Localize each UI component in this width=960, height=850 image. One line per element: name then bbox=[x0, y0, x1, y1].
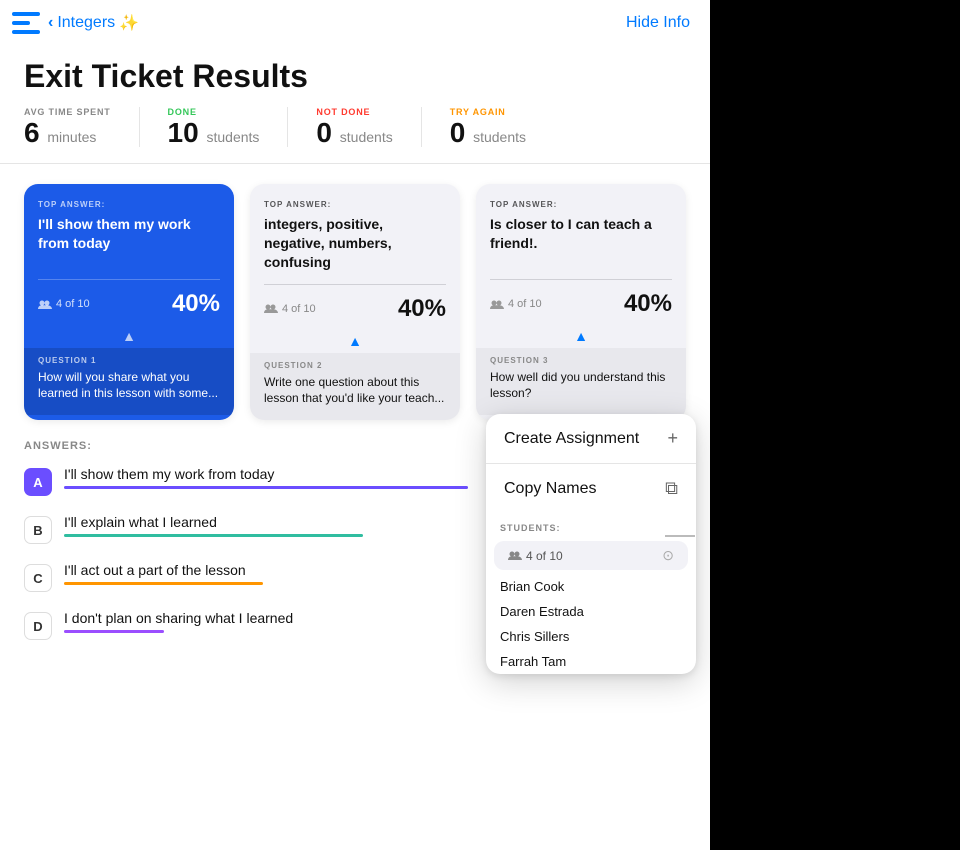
card-2-bottom: QUESTION 2 Write one question about this… bbox=[250, 353, 460, 420]
answer-bar-a bbox=[64, 486, 468, 489]
question-card-2[interactable]: TOP ANSWER: integers, positive, negative… bbox=[250, 184, 460, 420]
card-2-top-label: TOP ANSWER: bbox=[264, 200, 446, 209]
stat-done: DONE 10 students bbox=[168, 107, 289, 147]
stat-try-again: TRY AGAIN 0 students bbox=[450, 107, 554, 147]
stats-row: AVG TIME SPENT 6 minutes DONE 10 student… bbox=[0, 107, 710, 164]
card-3-caret: ▲ bbox=[476, 328, 686, 348]
card-1-students: 4 of 10 bbox=[38, 298, 90, 310]
students-header-label: STUDENTS: bbox=[486, 513, 696, 537]
stat-not-done-value: 0 students bbox=[316, 119, 392, 147]
students-count-row: 4 of 10 ⊙ bbox=[494, 541, 688, 570]
stat-not-done-label: NOT DONE bbox=[316, 107, 392, 117]
card-1-caret: ▲ bbox=[24, 328, 234, 348]
student-name-1: Brian Cook bbox=[486, 574, 696, 599]
stat-try-again-label: TRY AGAIN bbox=[450, 107, 526, 117]
stat-try-again-unit: students bbox=[473, 129, 526, 145]
sidebar-toggle-button[interactable] bbox=[12, 12, 40, 34]
breadcrumb[interactable]: ‹ Integers ✨ bbox=[48, 13, 139, 33]
card-3-answer: Is closer to I can teach a friend!. bbox=[490, 215, 672, 267]
page-title: Exit Ticket Results bbox=[0, 42, 710, 107]
stat-avg-time: AVG TIME SPENT 6 minutes bbox=[24, 107, 140, 147]
stat-avg-time-value: 6 minutes bbox=[24, 119, 111, 147]
answer-bar-d bbox=[64, 630, 164, 633]
question-card-3[interactable]: TOP ANSWER: Is closer to I can teach a f… bbox=[476, 184, 686, 420]
card-1-percent: 40% bbox=[172, 290, 220, 318]
card-2-question-label: QUESTION 2 bbox=[264, 361, 446, 370]
dropdown-popup: Create Assignment + Copy Names ⧉ STUDENT… bbox=[486, 414, 696, 674]
stat-not-done-unit: students bbox=[340, 129, 393, 145]
header: ‹ Integers ✨ Hide Info bbox=[0, 0, 710, 42]
cards-section: TOP ANSWER: I'll show them my work from … bbox=[0, 164, 710, 420]
answer-letter-a: A bbox=[24, 468, 52, 496]
card-1-top: TOP ANSWER: I'll show them my work from … bbox=[24, 184, 234, 279]
stat-done-unit: students bbox=[206, 129, 259, 145]
students-count-text: 4 of 10 bbox=[508, 549, 563, 563]
card-2-top: TOP ANSWER: integers, positive, negative… bbox=[250, 184, 460, 284]
connector-line bbox=[665, 535, 695, 537]
card-3-percent: 40% bbox=[624, 290, 672, 318]
card-2-stats: 4 of 10 40% bbox=[250, 285, 460, 333]
card-2-percent: 40% bbox=[398, 295, 446, 323]
question-card-1[interactable]: TOP ANSWER: I'll show them my work from … bbox=[24, 184, 234, 420]
answer-text-d: I don't plan on sharing what I learned bbox=[64, 610, 293, 626]
students-count-icon bbox=[508, 550, 522, 561]
students-icon-3 bbox=[490, 299, 504, 310]
card-1-answer: I'll show them my work from today bbox=[38, 215, 220, 267]
card-3-top-label: TOP ANSWER: bbox=[490, 200, 672, 209]
breadcrumb-label[interactable]: Integers bbox=[57, 14, 115, 32]
card-1-question-label: QUESTION 1 bbox=[38, 356, 220, 365]
answer-letter-c: C bbox=[24, 564, 52, 592]
students-panel: STUDENTS: 4 of 10 ⊙ Brian Cook Daren Est… bbox=[486, 513, 696, 674]
answer-letter-b: B bbox=[24, 516, 52, 544]
card-3-students: 4 of 10 bbox=[490, 298, 542, 310]
stat-avg-time-unit: minutes bbox=[47, 129, 96, 145]
answer-letter-d: D bbox=[24, 612, 52, 640]
cards-row: TOP ANSWER: I'll show them my work from … bbox=[24, 184, 686, 420]
card-2-question-text: Write one question about this lesson tha… bbox=[264, 374, 446, 406]
student-name-2: Daren Estrada bbox=[486, 599, 696, 624]
card-3-top: TOP ANSWER: Is closer to I can teach a f… bbox=[476, 184, 686, 279]
answer-bar-c bbox=[64, 582, 263, 585]
card-1-stats: 4 of 10 40% bbox=[24, 280, 234, 328]
card-1-bottom: QUESTION 1 How will you share what you l… bbox=[24, 348, 234, 415]
card-2-caret: ▲ bbox=[250, 333, 460, 353]
card-1-question-text: How will you share what you learned in t… bbox=[38, 369, 220, 401]
student-name-3: Chris Sillers bbox=[486, 624, 696, 649]
student-name-4: Farrah Tam bbox=[486, 649, 696, 674]
stat-avg-time-label: AVG TIME SPENT bbox=[24, 107, 111, 117]
stat-not-done: NOT DONE 0 students bbox=[316, 107, 421, 147]
card-3-question-text: How well did you understand this lesson? bbox=[490, 369, 672, 401]
header-left: ‹ Integers ✨ bbox=[12, 12, 139, 34]
create-assignment-label: Create Assignment bbox=[504, 430, 639, 448]
card-3-bottom: QUESTION 3 How well did you understand t… bbox=[476, 348, 686, 415]
sparkle-icon: ✨ bbox=[119, 13, 139, 33]
card-3-stats: 4 of 10 40% bbox=[476, 280, 686, 328]
students-icon bbox=[38, 299, 52, 310]
hide-info-button[interactable]: Hide Info bbox=[626, 14, 690, 32]
card-1-top-label: TOP ANSWER: bbox=[38, 200, 220, 209]
answer-text-c: I'll act out a part of the lesson bbox=[64, 562, 246, 578]
plus-icon: + bbox=[667, 428, 678, 449]
chevron-left-icon: ‹ bbox=[48, 14, 53, 32]
card-2-answer: integers, positive, negative, numbers, c… bbox=[264, 215, 446, 272]
answer-text-b: I'll explain what I learned bbox=[64, 514, 217, 530]
answer-text-a: I'll show them my work from today bbox=[64, 466, 274, 482]
stat-done-label: DONE bbox=[168, 107, 260, 117]
create-assignment-button[interactable]: Create Assignment + bbox=[486, 414, 696, 464]
students-close-button[interactable]: ⊙ bbox=[662, 547, 674, 564]
card-2-students: 4 of 10 bbox=[264, 303, 316, 315]
copy-names-button[interactable]: Copy Names ⧉ bbox=[486, 464, 696, 513]
students-icon-2 bbox=[264, 303, 278, 314]
copy-names-label: Copy Names bbox=[504, 480, 596, 498]
card-3-question-label: QUESTION 3 bbox=[490, 356, 672, 365]
answer-bar-b bbox=[64, 534, 363, 537]
stat-try-again-value: 0 students bbox=[450, 119, 526, 147]
copy-icon: ⧉ bbox=[665, 478, 678, 499]
stat-done-value: 10 students bbox=[168, 119, 260, 147]
